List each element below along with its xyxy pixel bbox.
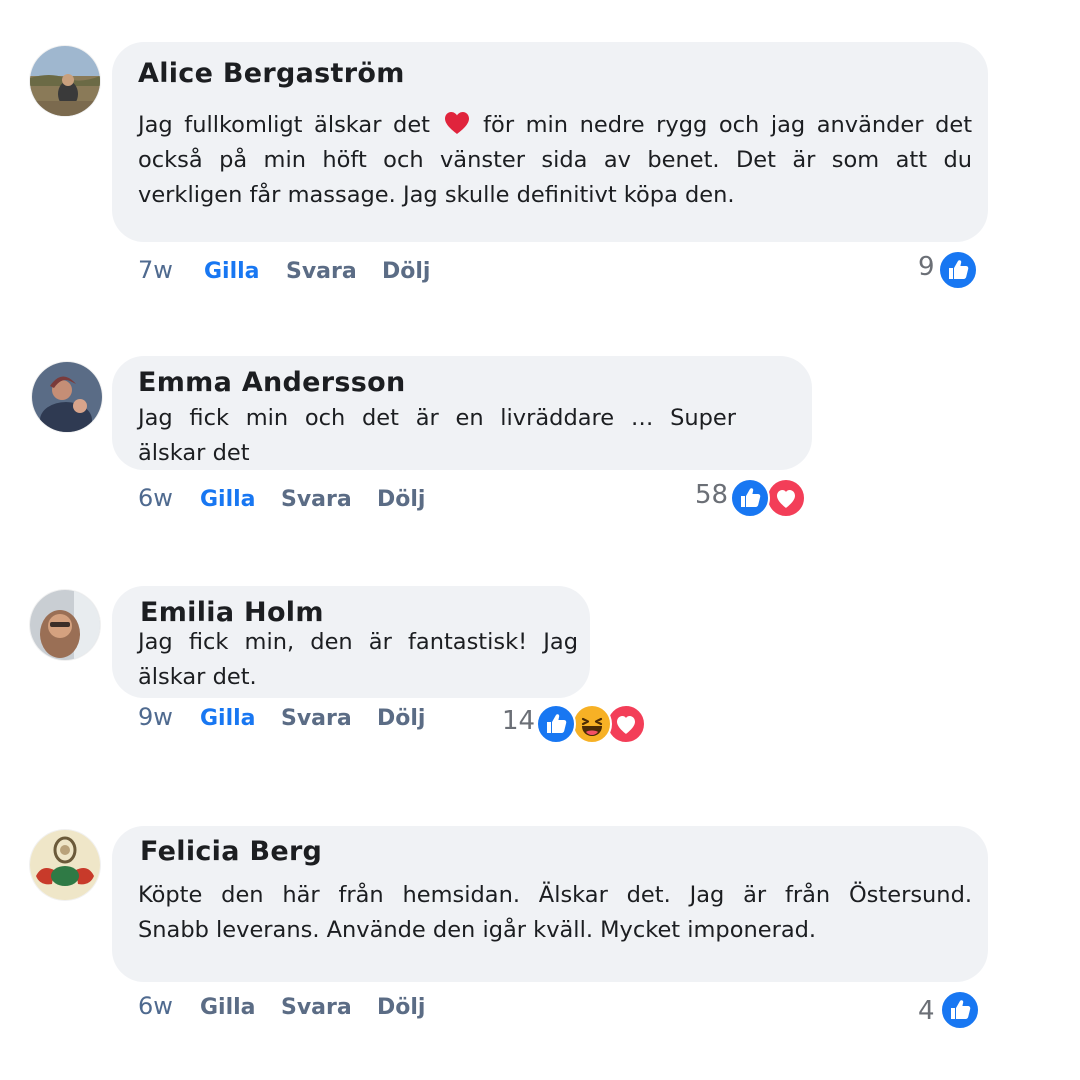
like-reaction-icon: [730, 478, 770, 518]
reply-button[interactable]: Svara: [281, 706, 352, 731]
comment-timestamp[interactable]: 7w: [138, 256, 173, 284]
comment-text-line: Jag fullkomligt älskar det: [138, 112, 430, 138]
reaction-summary[interactable]: 14: [500, 704, 648, 744]
reaction-summary[interactable]: 58: [694, 478, 810, 518]
like-button[interactable]: Gilla: [200, 995, 256, 1020]
reaction-count: 58: [695, 480, 729, 510]
like-reaction-icon: [940, 990, 980, 1030]
comment-author[interactable]: Emilia Holm: [140, 597, 324, 628]
avatar[interactable]: [30, 830, 100, 900]
comment-text: Jag fick min och det är en livräddare … …: [138, 401, 736, 471]
red-heart-icon: [444, 111, 470, 135]
reaction-summary[interactable]: 4: [912, 990, 984, 1030]
like-reaction-icon: [938, 250, 978, 290]
avatar[interactable]: [32, 362, 102, 432]
hide-button[interactable]: Dölj: [382, 259, 430, 284]
love-reaction-icon: [606, 704, 646, 744]
comment-text-line: också på min höft och vänster sida av be…: [138, 147, 972, 173]
comment-timestamp[interactable]: 6w: [138, 992, 173, 1020]
comment-text-line: Snabb leverans. Använde den igår kväll. …: [138, 917, 817, 943]
comment-text-line: älskar det: [138, 440, 250, 466]
reaction-count: 9: [918, 252, 935, 282]
comment-text: Jag fick min, den är fantastisk! Jag äls…: [138, 625, 578, 695]
hide-button[interactable]: Dölj: [377, 487, 425, 512]
like-button[interactable]: Gilla: [204, 259, 260, 284]
comment-text: Jag fullkomligt älskar det för min nedre…: [138, 108, 972, 213]
comment-actions: 7w Gilla Svara Dölj: [138, 256, 538, 292]
comment-text-line: verkligen får massage. Jag skulle defini…: [138, 182, 735, 208]
reply-button[interactable]: Svara: [281, 995, 352, 1020]
comment-text: Köpte den här från hemsidan. Älskar det.…: [138, 878, 972, 948]
reaction-count: 4: [918, 996, 935, 1026]
comment-author[interactable]: Felicia Berg: [140, 836, 322, 867]
reaction-count: 14: [502, 706, 536, 736]
comment-timestamp[interactable]: 6w: [138, 484, 173, 512]
comment-author[interactable]: Emma Andersson: [138, 367, 406, 398]
comment-actions: 9w Gilla Svara Dölj: [138, 703, 538, 739]
love-reaction-icon: [766, 478, 806, 518]
comment-actions: 6w Gilla Svara Dölj: [138, 484, 538, 520]
like-reaction-icon: [536, 704, 576, 744]
haha-reaction-icon: [572, 704, 612, 744]
reaction-summary[interactable]: 9: [910, 250, 982, 290]
reply-button[interactable]: Svara: [286, 259, 357, 284]
avatar[interactable]: [30, 46, 100, 116]
comment-text-line: Jag fick min, den är fantastisk! Jag: [138, 629, 578, 655]
comment-actions: 6w Gilla Svara Dölj: [138, 992, 538, 1028]
avatar[interactable]: [30, 590, 100, 660]
comment-text-line: älskar det.: [138, 664, 257, 690]
comment-text-line: Köpte den här från hemsidan. Älskar det.…: [138, 882, 972, 908]
comment-text-line: för min nedre rygg och jag använder det: [483, 112, 973, 138]
hide-button[interactable]: Dölj: [377, 706, 425, 731]
comment-author[interactable]: Alice Bergaström: [138, 58, 405, 89]
hide-button[interactable]: Dölj: [377, 995, 425, 1020]
comment-text-line: Jag fick min och det är en livräddare … …: [138, 405, 736, 431]
reply-button[interactable]: Svara: [281, 487, 352, 512]
comment-timestamp[interactable]: 9w: [138, 703, 173, 731]
like-button[interactable]: Gilla: [200, 487, 256, 512]
like-button[interactable]: Gilla: [200, 706, 256, 731]
